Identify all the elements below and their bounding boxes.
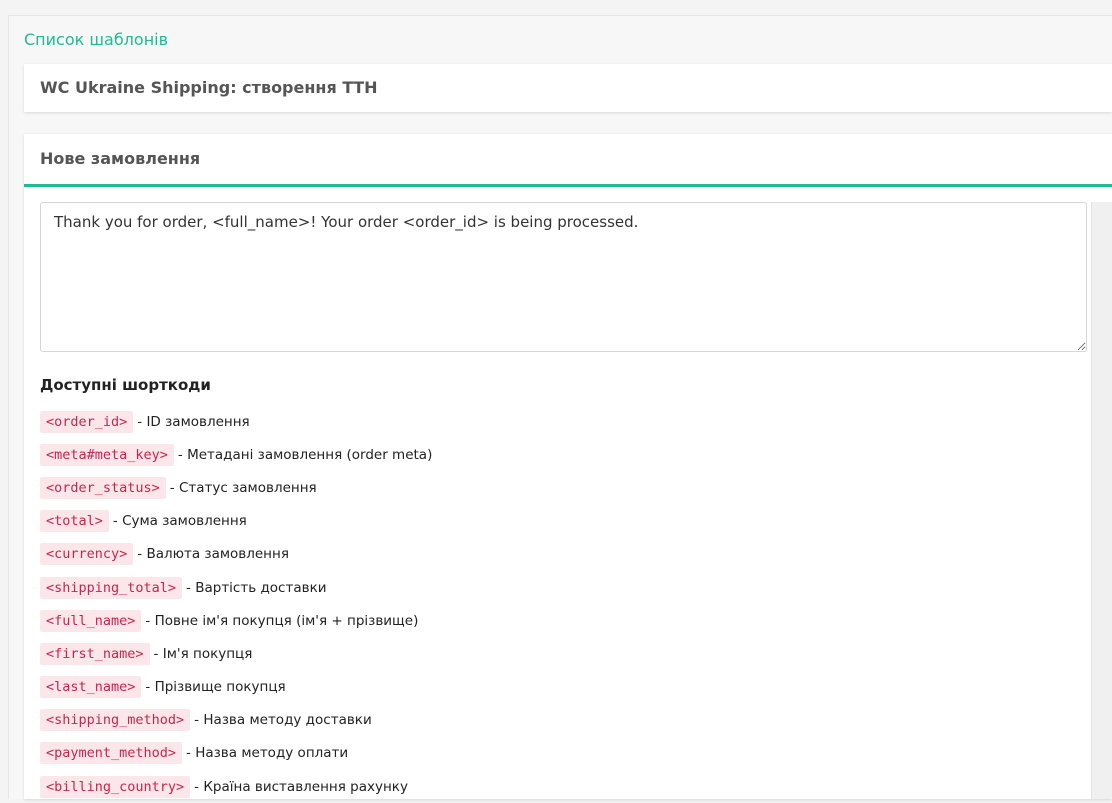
shortcode-tag: <currency>: [40, 543, 134, 566]
list-item: <meta#meta_key> - Метадані замовлення (or…: [40, 438, 1080, 471]
shortcode-tag: <order_id>: [40, 410, 134, 433]
shortcode-desc: - Статус замовлення: [169, 479, 317, 496]
shortcode-desc: - Валюта замовлення: [137, 546, 289, 563]
shortcode-tag: <shipping_total>: [40, 576, 183, 599]
list-item: <billing_country> - Країна виставлення ра…: [40, 770, 1080, 803]
templates-list-link[interactable]: Список шаблонів: [24, 30, 168, 49]
shortcode-desc: - Сума замовлення: [112, 513, 247, 530]
shortcode-tag: <meta#meta_key>: [40, 443, 174, 466]
shortcode-desc: - Країна виставлення рахунку: [194, 778, 408, 795]
list-item: <order_id> - ID замовлення: [40, 405, 1080, 438]
shortcode-desc: - Назва методу оплати: [186, 745, 349, 762]
shortcode-desc: - Назва методу доставки: [194, 712, 372, 729]
shortcode-desc: - Метадані замовлення (order meta): [177, 446, 433, 463]
shortcode-tag: <payment_method>: [40, 742, 183, 765]
message-textarea[interactable]: [40, 202, 1087, 352]
list-item: <shipping_total> - Вартість доставки: [40, 571, 1080, 604]
shortcode-tag: <first_name>: [40, 642, 150, 665]
shortcode-desc: - Прізвище покупця: [145, 679, 286, 696]
shortcode-desc: - Повне ім'я покупця (ім'я + прізвище): [145, 612, 419, 629]
shortcode-tag: <order_status>: [40, 476, 166, 499]
shortcode-tag: <total>: [40, 510, 109, 533]
side-panel: [1091, 202, 1112, 799]
plugin-header-card: WC Ukraine Shipping: створення ТТН: [24, 64, 1112, 112]
shortcode-desc: - ID замовлення: [137, 413, 250, 430]
list-item: <full_name> - Повне ім'я покупця (ім'я + …: [40, 604, 1080, 637]
list-item: <shipping_method> - Назва методу доставки: [40, 704, 1080, 737]
shortcode-tag: <full_name>: [40, 609, 142, 632]
list-item: <first_name> - Ім'я покупця: [40, 637, 1080, 670]
shortcode-desc: - Ім'я покупця: [153, 645, 253, 662]
list-item: <order_status> - Статус замовлення: [40, 471, 1080, 504]
shortcodes-title: Доступні шорткоди: [40, 376, 211, 394]
list-item: <last_name> - Прізвище покупця: [40, 671, 1080, 704]
plugin-title: WC Ukraine Shipping: створення ТТН: [40, 78, 378, 97]
shortcode-tag: <billing_country>: [40, 775, 191, 798]
section-title: Нове замовлення: [40, 149, 201, 168]
shortcodes-list: <order_id> - ID замовлення <meta#meta_key…: [40, 405, 1080, 803]
shortcode-desc: - Вартість доставки: [186, 579, 327, 596]
section-header: Нове замовлення: [24, 134, 1112, 187]
shortcode-tag: <last_name>: [40, 676, 142, 699]
list-item: <currency> - Валюта замовлення: [40, 538, 1080, 571]
list-item: <payment_method> - Назва методу оплати: [40, 737, 1080, 770]
shortcode-tag: <shipping_method>: [40, 709, 191, 732]
list-item: <total> - Сума замовлення: [40, 505, 1080, 538]
